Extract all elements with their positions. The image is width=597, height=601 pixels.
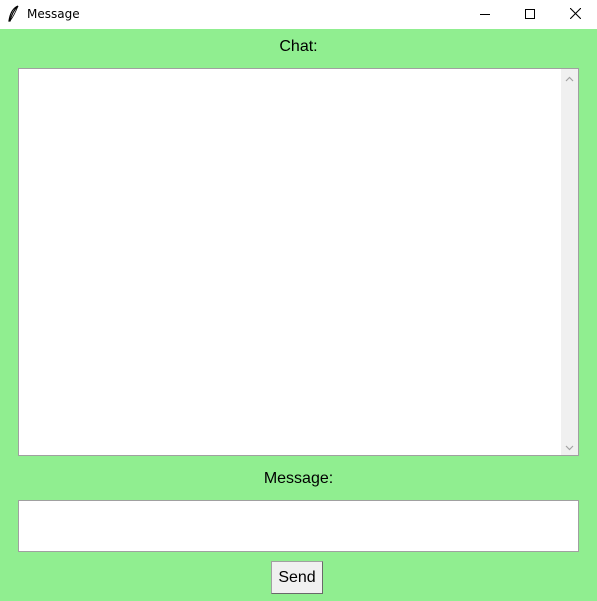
feather-icon [7, 5, 21, 23]
maximize-button[interactable] [507, 0, 553, 29]
window-title: Message [27, 7, 80, 21]
chat-scrollbar[interactable] [561, 69, 578, 455]
chevron-down-icon [565, 438, 574, 456]
scroll-up-arrow[interactable] [561, 69, 578, 86]
title-bar[interactable]: Message [0, 0, 597, 29]
close-button[interactable] [552, 0, 597, 29]
scroll-down-arrow[interactable] [561, 438, 578, 455]
close-icon [569, 6, 581, 24]
chat-history-text[interactable] [19, 69, 561, 455]
maximize-icon [525, 6, 535, 24]
minimize-icon [480, 6, 490, 24]
chat-label: Chat: [279, 38, 318, 55]
chevron-up-icon [565, 69, 574, 87]
app-window: Message Chat: Message: Send [0, 0, 597, 601]
message-label: Message: [263, 470, 334, 487]
send-button[interactable]: Send [271, 561, 323, 594]
message-input[interactable] [18, 500, 579, 552]
chat-history-box[interactable] [18, 68, 579, 456]
window-content: Chat: Message: Send [0, 29, 597, 601]
minimize-button[interactable] [462, 0, 508, 29]
